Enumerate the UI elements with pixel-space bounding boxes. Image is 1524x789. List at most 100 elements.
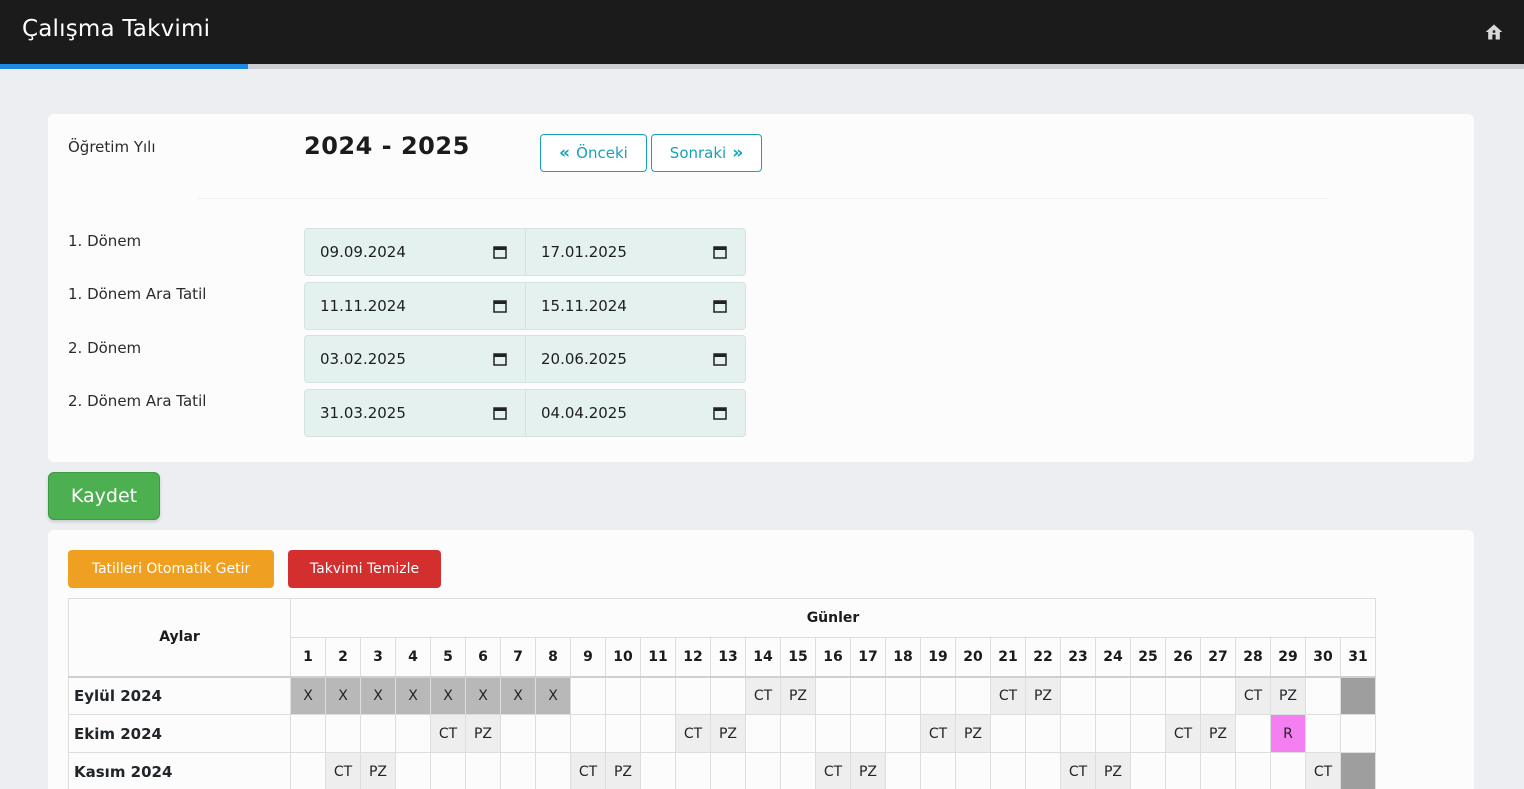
day-cell[interactable] (1025, 714, 1061, 753)
day-cell[interactable] (780, 714, 816, 753)
home-icon[interactable] (1484, 22, 1504, 42)
day-cell[interactable]: X (325, 675, 361, 715)
day-cell[interactable] (990, 714, 1026, 753)
day-cell[interactable] (1130, 675, 1166, 715)
day-cell[interactable] (360, 714, 396, 753)
calendar-icon[interactable] (713, 406, 727, 420)
day-cell[interactable] (605, 675, 641, 715)
calendar-icon[interactable] (713, 299, 727, 313)
day-cell[interactable]: PZ (1095, 752, 1131, 789)
auto-fetch-holidays-button[interactable]: Tatilleri Otomatik Getir (68, 550, 274, 588)
day-cell[interactable] (850, 714, 886, 753)
day-cell[interactable] (1165, 675, 1201, 715)
term2-break-end-date-input[interactable]: 04.04.2025 (525, 390, 745, 436)
day-cell[interactable] (535, 714, 571, 753)
day-cell[interactable] (1025, 752, 1061, 789)
calendar-icon[interactable] (493, 352, 507, 366)
day-cell[interactable]: CT (990, 675, 1026, 715)
day-cell[interactable]: CT (1060, 752, 1096, 789)
day-cell[interactable] (1305, 675, 1341, 715)
day-cell[interactable] (1060, 714, 1096, 753)
day-cell[interactable] (290, 752, 326, 789)
day-cell[interactable]: CT (1235, 675, 1271, 715)
day-cell[interactable]: CT (745, 675, 781, 715)
day-cell[interactable] (1165, 752, 1201, 789)
day-cell[interactable]: CT (920, 714, 956, 753)
term1-start-date-input[interactable]: 09.09.2024 (305, 229, 525, 275)
day-cell[interactable]: X (290, 675, 326, 715)
previous-year-button[interactable]: « Önceki (540, 134, 647, 172)
calendar-icon[interactable] (713, 352, 727, 366)
day-cell[interactable] (885, 752, 921, 789)
day-cell[interactable]: PZ (780, 675, 816, 715)
day-cell[interactable] (1235, 752, 1271, 789)
day-cell[interactable]: PZ (955, 714, 991, 753)
day-cell[interactable]: X (465, 675, 501, 715)
day-cell[interactable]: X (395, 675, 431, 715)
day-cell[interactable] (1200, 752, 1236, 789)
day-cell[interactable] (745, 714, 781, 753)
clear-calendar-button[interactable]: Takvimi Temizle (288, 550, 441, 588)
day-cell[interactable]: X (535, 675, 571, 715)
day-cell[interactable]: CT (430, 714, 466, 753)
day-cell[interactable]: X (500, 675, 536, 715)
day-cell[interactable] (500, 752, 536, 789)
day-cell[interactable] (570, 714, 606, 753)
term2-break-start-date-input[interactable]: 31.03.2025 (305, 390, 525, 436)
day-cell[interactable] (1340, 675, 1376, 715)
day-cell[interactable]: R (1270, 714, 1306, 753)
day-cell[interactable] (640, 675, 676, 715)
day-cell[interactable]: CT (325, 752, 361, 789)
day-cell[interactable] (920, 675, 956, 715)
day-cell[interactable] (675, 752, 711, 789)
day-cell[interactable] (1095, 675, 1131, 715)
term2-end-date-input[interactable]: 20.06.2025 (525, 336, 745, 382)
day-cell[interactable]: CT (675, 714, 711, 753)
day-cell[interactable] (920, 752, 956, 789)
day-cell[interactable]: PZ (710, 714, 746, 753)
day-cell[interactable] (395, 714, 431, 753)
day-cell[interactable] (1270, 752, 1306, 789)
day-cell[interactable] (640, 714, 676, 753)
day-cell[interactable] (500, 714, 536, 753)
day-cell[interactable] (1235, 714, 1271, 753)
day-cell[interactable] (1130, 752, 1166, 789)
calendar-icon[interactable] (493, 406, 507, 420)
save-button[interactable]: Kaydet (48, 472, 160, 520)
calendar-icon[interactable] (713, 245, 727, 259)
day-cell[interactable] (290, 714, 326, 753)
term1-break-end-date-input[interactable]: 15.11.2024 (525, 283, 745, 329)
day-cell[interactable] (1200, 675, 1236, 715)
day-cell[interactable]: PZ (1200, 714, 1236, 753)
day-cell[interactable] (1340, 714, 1376, 753)
day-cell[interactable] (955, 752, 991, 789)
term1-break-start-date-input[interactable]: 11.11.2024 (305, 283, 525, 329)
day-cell[interactable] (640, 752, 676, 789)
day-cell[interactable]: X (360, 675, 396, 715)
day-cell[interactable] (885, 675, 921, 715)
calendar-icon[interactable] (493, 299, 507, 313)
day-cell[interactable]: PZ (605, 752, 641, 789)
day-cell[interactable]: PZ (1025, 675, 1061, 715)
day-cell[interactable] (955, 675, 991, 715)
day-cell[interactable]: CT (1305, 752, 1341, 789)
day-cell[interactable] (325, 714, 361, 753)
day-cell[interactable] (1095, 714, 1131, 753)
day-cell[interactable]: PZ (1270, 675, 1306, 715)
day-cell[interactable] (710, 675, 746, 715)
day-cell[interactable] (570, 675, 606, 715)
day-cell[interactable]: PZ (465, 714, 501, 753)
day-cell[interactable] (465, 752, 501, 789)
day-cell[interactable] (885, 714, 921, 753)
day-cell[interactable] (815, 675, 851, 715)
day-cell[interactable] (745, 752, 781, 789)
day-cell[interactable] (780, 752, 816, 789)
day-cell[interactable] (675, 675, 711, 715)
term2-start-date-input[interactable]: 03.02.2025 (305, 336, 525, 382)
day-cell[interactable] (990, 752, 1026, 789)
day-cell[interactable] (1060, 675, 1096, 715)
day-cell[interactable] (395, 752, 431, 789)
day-cell[interactable] (710, 752, 746, 789)
day-cell[interactable]: PZ (360, 752, 396, 789)
day-cell[interactable]: CT (815, 752, 851, 789)
